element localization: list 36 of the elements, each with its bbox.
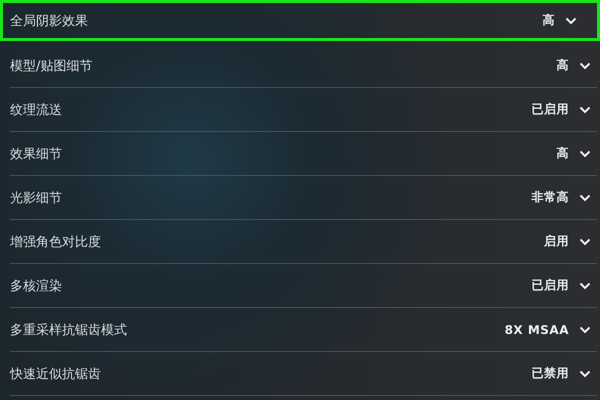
setting-label: 纹理流送: [10, 102, 63, 118]
setting-value: 启用: [544, 233, 569, 250]
setting-dropdown[interactable]: 光影细节 非常高: [10, 176, 597, 220]
setting-dropdown[interactable]: 模型/贴图细节 高: [10, 44, 597, 88]
chevron-down-icon: [579, 194, 591, 202]
setting-dropdown[interactable]: 多核渲染 已启用: [10, 264, 597, 308]
setting-label: 快速近似抗锯齿: [10, 366, 102, 382]
chevron-down-icon: [579, 106, 591, 114]
chevron-down-icon: [565, 16, 577, 24]
chevron-down-icon: [579, 282, 591, 290]
setting-label: 光影细节: [10, 190, 63, 206]
setting-label: 多重采样抗锯齿模式: [10, 322, 128, 338]
setting-value: 已禁用: [532, 365, 569, 382]
setting-dropdown[interactable]: 效果细节 高: [10, 132, 597, 176]
setting-value: 高: [556, 145, 569, 162]
setting-value: 已启用: [532, 277, 569, 294]
setting-dropdown[interactable]: 多重采样抗锯齿模式 8X MSAA: [10, 308, 597, 352]
setting-value: 高: [542, 12, 555, 29]
setting-value: 8X MSAA: [504, 322, 569, 336]
setting-dropdown[interactable]: 快速近似抗锯齿 已禁用: [10, 352, 597, 396]
chevron-down-icon: [579, 238, 591, 246]
chevron-down-icon: [579, 370, 591, 378]
chevron-down-icon: [579, 326, 591, 334]
chevron-down-icon: [579, 62, 591, 70]
setting-value: 已启用: [532, 101, 569, 118]
setting-label: 效果细节: [10, 146, 63, 162]
setting-label: 增强角色对比度: [10, 234, 102, 250]
setting-label: 全局阴影效果: [10, 12, 89, 30]
setting-dropdown[interactable]: 全局阴影效果 高: [0, 0, 600, 41]
setting-label: 多核渲染: [10, 278, 63, 294]
setting-label: 模型/贴图细节: [10, 58, 94, 74]
setting-dropdown[interactable]: 纹理流送 已启用: [10, 88, 597, 132]
setting-value: 非常高: [532, 189, 569, 206]
setting-dropdown[interactable]: 增强角色对比度 启用: [10, 220, 597, 264]
setting-value: 高: [556, 57, 569, 74]
chevron-down-icon: [579, 150, 591, 158]
